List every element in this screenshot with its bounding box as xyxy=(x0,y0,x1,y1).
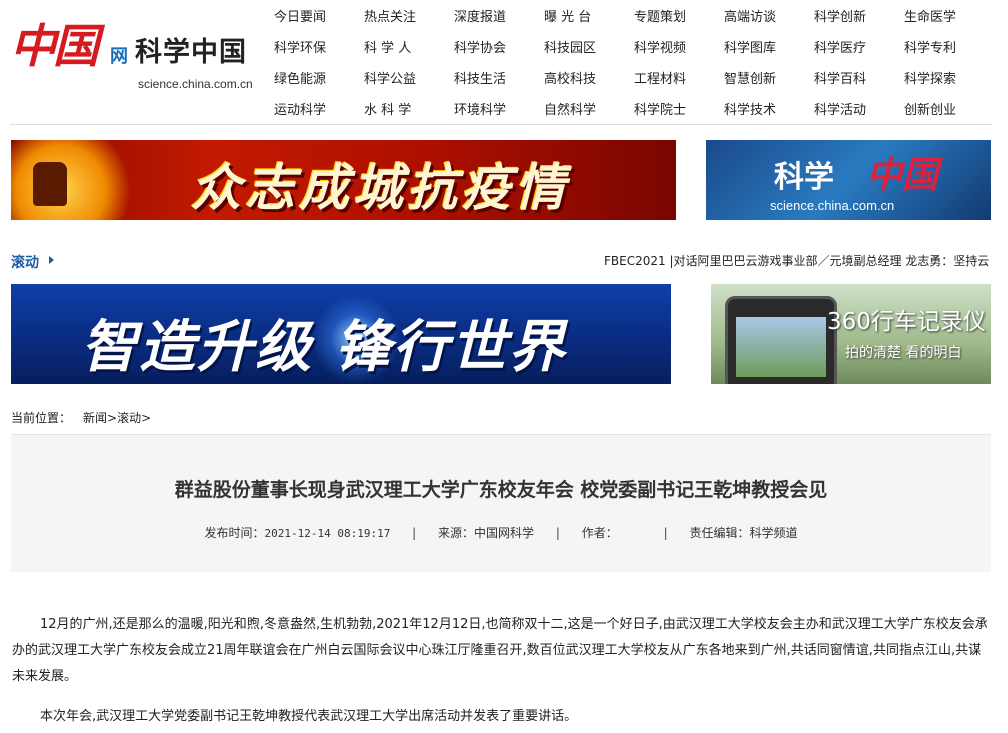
editor: 科学频道 xyxy=(749,526,798,540)
banner-science-url: science.china.com.cn xyxy=(770,198,895,213)
banner-smart-manufacturing[interactable]: 智造升级 锋行世界 xyxy=(11,284,671,384)
dashcam-screen xyxy=(736,317,826,377)
article-paragraph: 本次年会,武汉理工大学党委副书记王乾坤教授代表武汉理工大学出席活动并发表了重要讲… xyxy=(40,709,578,724)
nav-item[interactable]: 科学环保 xyxy=(270,37,360,56)
nav-item[interactable]: 环境科学 xyxy=(450,99,540,118)
nav-item[interactable]: 深度报道 xyxy=(450,6,540,25)
nav-item[interactable]: 科技生活 xyxy=(450,68,540,87)
publish-time-label: 发布时间： xyxy=(204,526,265,540)
nav-item[interactable]: 高校科技 xyxy=(540,68,630,87)
nav-item[interactable]: 水 科 学 xyxy=(360,99,450,118)
banner-science-title: 科学 xyxy=(774,160,834,195)
nav-row: 运动科学 水 科 学 环境科学 自然科学 科学院士 科学技术 科学活动 创新创业 xyxy=(270,93,1008,124)
article-title: 群益股份董事长现身武汉理工大学广东校友年会 校党委副书记王乾坤教授会见 xyxy=(174,479,828,501)
author-label: 作者： xyxy=(581,526,618,540)
nav-item[interactable]: 今日要闻 xyxy=(270,6,360,25)
meta-separator: | xyxy=(555,526,560,540)
nav-item[interactable]: 工程材料 xyxy=(630,68,720,87)
breadcrumb-prefix: 当前位置： xyxy=(11,411,72,425)
editor-label: 责任编辑： xyxy=(689,526,750,540)
logo-china-mark: 中国 xyxy=(10,19,99,73)
dashcam-image xyxy=(725,296,837,384)
nav-item[interactable]: 自然科学 xyxy=(540,99,630,118)
nav-item[interactable]: 科技园区 xyxy=(540,37,630,56)
nav-item[interactable]: 科学公益 xyxy=(360,68,450,87)
nav-item[interactable]: 创新创业 xyxy=(900,99,990,118)
nav-item[interactable]: 科学活动 xyxy=(810,99,900,118)
nav-row: 绿色能源 科学公益 科技生活 高校科技 工程材料 智慧创新 科学百科 科学探索 xyxy=(270,62,1008,93)
banner-fight-epidemic-text: 众志成城抗疫情 xyxy=(191,158,569,217)
nav-item[interactable]: 科学探索 xyxy=(900,68,990,87)
sun-graphic xyxy=(11,140,131,220)
publish-time: 2021-12-14 08:19:17 xyxy=(264,527,391,540)
meta-separator: | xyxy=(663,526,668,540)
logo-url: science.china.com.cn xyxy=(138,77,253,91)
nav-item[interactable]: 绿色能源 xyxy=(270,68,360,87)
article-body: 12月的广州,还是那么的温暖,阳光和煦,冬意盎然,生机勃勃,2021年12月12… xyxy=(12,612,992,733)
scroll-news-ticker[interactable]: FBEC2021 |对话阿里巴巴云游戏事业部／元境副总经理 龙志勇：坚持云 xyxy=(604,252,989,269)
main-nav: 今日要闻 热点关注 深度报道 曝 光 台 专题策划 高端访谈 科学创新 生命医学… xyxy=(270,0,1008,124)
nav-item[interactable]: 运动科学 xyxy=(270,99,360,118)
meta-separator: | xyxy=(412,526,417,540)
banner-fight-epidemic[interactable]: 众志成城抗疫情 xyxy=(11,140,676,220)
nav-item[interactable]: 高端访谈 xyxy=(720,6,810,25)
scroll-news-label[interactable]: 滚动 xyxy=(11,252,39,272)
banner-dashcam-subtitle: 拍的清楚 看的明白 xyxy=(845,345,962,361)
site-logo[interactable]: 中国 网 科学中国 science.china.com.cn xyxy=(10,16,265,96)
nav-item[interactable]: 科学创新 xyxy=(810,6,900,25)
nav-item[interactable]: 科学协会 xyxy=(450,37,540,56)
article-meta: 发布时间：2021-12-14 08:19:17 | 来源：中国网科学 | 作者… xyxy=(11,524,991,541)
nav-item[interactable]: 科学医疗 xyxy=(810,37,900,56)
source-label: 来源： xyxy=(438,526,475,540)
nav-item[interactable]: 生命医学 xyxy=(900,6,990,25)
banner-dashcam-title: 360行车记录仪 xyxy=(827,309,986,335)
nav-item[interactable]: 科学百科 xyxy=(810,68,900,87)
nav-item[interactable]: 曝 光 台 xyxy=(540,6,630,25)
logo-title: 科学中国 xyxy=(135,37,247,68)
nav-item[interactable]: 专题策划 xyxy=(630,6,720,25)
nav-item[interactable]: 科学专利 xyxy=(900,37,990,56)
site-header: 中国 网 科学中国 science.china.com.cn 今日要闻 热点关注… xyxy=(0,0,1008,124)
nav-item[interactable]: 科学视频 xyxy=(630,37,720,56)
nav-item[interactable]: 热点关注 xyxy=(360,6,450,25)
article-paragraph: 12月的广州,还是那么的温暖,阳光和煦,冬意盎然,生机勃勃,2021年12月12… xyxy=(12,617,988,684)
header-divider xyxy=(10,124,992,125)
banner-china-logo: 中国 xyxy=(866,154,939,196)
arrow-right-icon xyxy=(49,256,54,264)
nav-item[interactable]: 科 学 人 xyxy=(360,37,450,56)
banner-smart-manufacturing-text: 智造升级 锋行世界 xyxy=(81,315,567,380)
source: 中国网科学 xyxy=(474,526,535,540)
banner-science-china[interactable]: 科学 中国 science.china.com.cn xyxy=(706,140,991,220)
nav-row: 科学环保 科 学 人 科学协会 科技园区 科学视频 科学图库 科学医疗 科学专利 xyxy=(270,31,1008,62)
breadcrumb: 当前位置： 新闻>滚动> xyxy=(11,409,151,426)
nav-item[interactable]: 智慧创新 xyxy=(720,68,810,87)
article-header: 群益股份董事长现身武汉理工大学广东校友年会 校党委副书记王乾坤教授会见 发布时间… xyxy=(11,434,991,572)
fist-icon xyxy=(33,162,67,206)
breadcrumb-path[interactable]: 新闻>滚动> xyxy=(83,411,151,425)
banner-360-dashcam[interactable]: 360行车记录仪 拍的清楚 看的明白 xyxy=(711,284,991,384)
nav-item[interactable]: 科学图库 xyxy=(720,37,810,56)
nav-row: 今日要闻 热点关注 深度报道 曝 光 台 专题策划 高端访谈 科学创新 生命医学 xyxy=(270,0,1008,31)
nav-item[interactable]: 科学院士 xyxy=(630,99,720,118)
nav-item[interactable]: 科学技术 xyxy=(720,99,810,118)
logo-wang-mark: 网 xyxy=(110,46,128,67)
